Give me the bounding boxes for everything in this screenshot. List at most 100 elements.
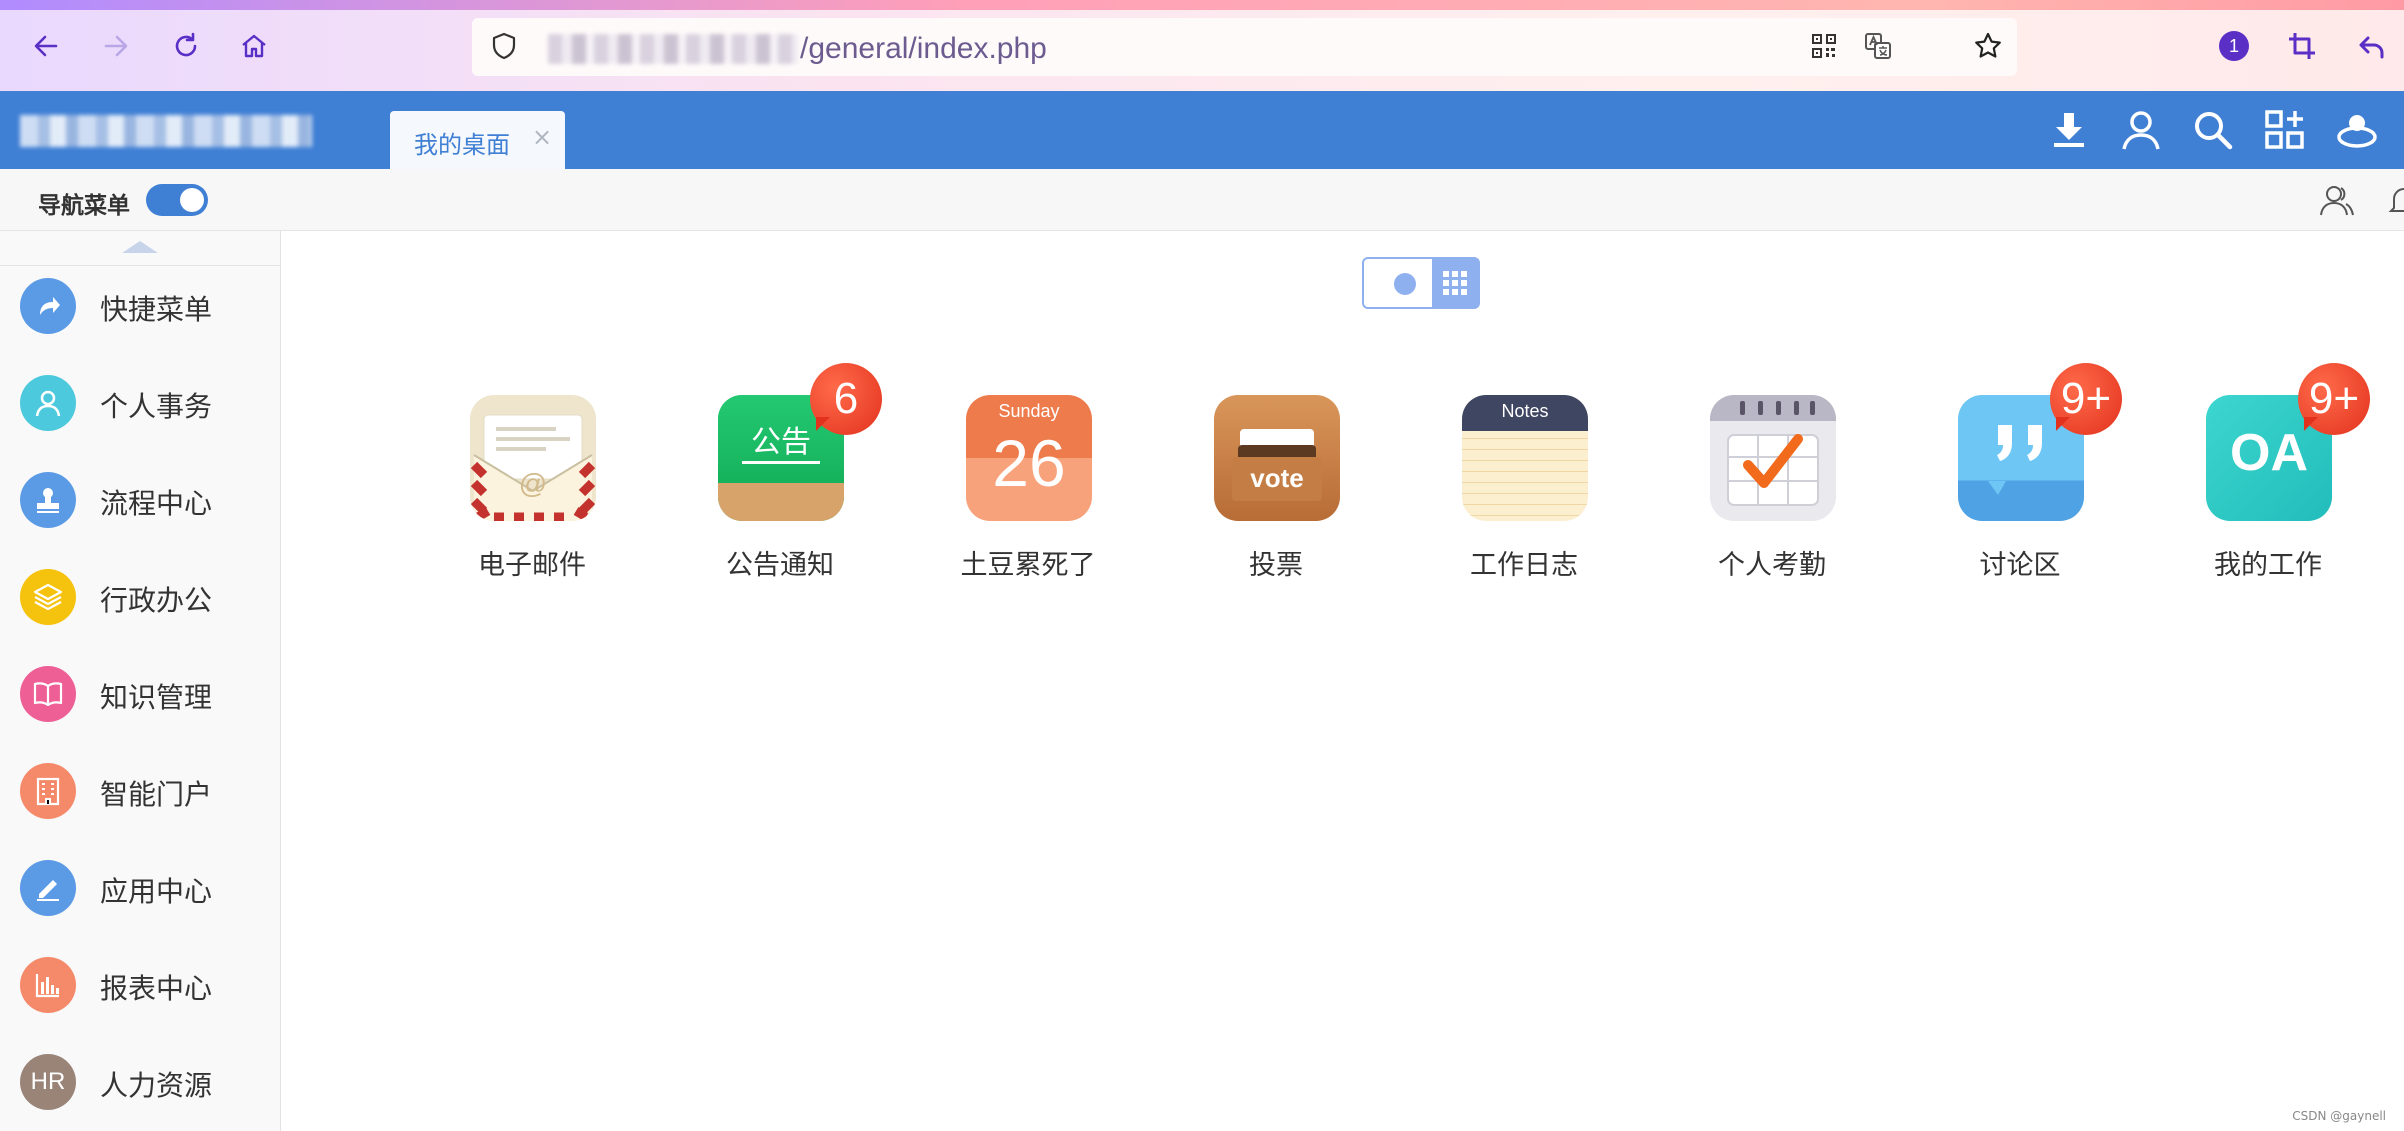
vote-icon: vote <box>1214 395 1340 521</box>
app-attendance[interactable]: 个人考勤 <box>1672 395 1872 595</box>
grid-icon <box>1443 271 1467 295</box>
unread-badge: 6 <box>810 363 882 435</box>
app-label: 电子邮件 <box>478 550 586 581</box>
view-mode-switch[interactable] <box>1362 257 1480 309</box>
app-label: 土豆累死了 <box>960 550 1096 581</box>
sidebar-item-label: 智能门户 <box>100 778 213 811</box>
app-label: 个人考勤 <box>1718 550 1826 581</box>
app-my-work[interactable]: OA 9+ 我的工作 <box>2168 363 2370 595</box>
app-grid-button[interactable] <box>2262 107 2308 153</box>
sidebar-item-label: 应用中心 <box>100 875 213 908</box>
sidebar-item-knowledge[interactable]: 知识管理 <box>0 646 280 742</box>
apps-add-icon <box>2265 110 2304 149</box>
app-discussion[interactable]: 9+ 讨论区 <box>1920 363 2122 595</box>
app-notice[interactable]: 公告 6 公告通知 <box>680 363 882 595</box>
arrow-left-icon <box>34 35 58 57</box>
unread-badge: 9+ <box>2050 363 2122 435</box>
reload-icon <box>175 32 197 57</box>
sidebar-item-label: 行政办公 <box>100 584 213 617</box>
brand-logo-redacted <box>20 115 312 147</box>
search-button[interactable] <box>2190 107 2236 153</box>
chart-icon <box>20 957 76 1013</box>
grid-view-button[interactable] <box>1432 259 1478 307</box>
notification-count: 1 <box>2219 31 2249 61</box>
hr-icon: HR <box>20 1054 76 1110</box>
sidebar-item-label: 快捷菜单 <box>100 293 213 326</box>
bookmark-button[interactable] <box>1968 26 2008 66</box>
sidebar-item-hr[interactable]: HR 人力资源 <box>0 1034 280 1130</box>
app-email[interactable]: @ 电子邮件 <box>432 395 632 595</box>
bell-icon <box>2388 188 2404 212</box>
watermark: CSDN @gaynell <box>2292 1109 2386 1123</box>
qr-code-button[interactable] <box>1804 26 1844 66</box>
user-icon <box>20 375 76 431</box>
download-icon <box>2054 113 2084 147</box>
app-work-log[interactable]: Notes 工作日志 <box>1424 395 1624 595</box>
nav-menu-label: 导航菜单 <box>38 193 130 219</box>
qr-code-icon <box>1812 34 1836 58</box>
url-host-redacted <box>548 34 798 64</box>
browser-tab-strip-edge <box>0 0 2404 10</box>
extension-badge[interactable]: 1 <box>2214 26 2254 66</box>
download-button[interactable] <box>2046 107 2092 153</box>
undo-close-tab-button[interactable] <box>2352 26 2392 66</box>
layers-icon <box>20 569 76 625</box>
shield-icon <box>492 32 516 60</box>
svg-text:@: @ <box>519 468 547 499</box>
url-path: /general/index.php <box>800 32 1047 65</box>
home-icon <box>242 34 266 58</box>
list-view-dot-icon[interactable] <box>1394 273 1416 295</box>
unread-badge: 9+ <box>2298 363 2370 435</box>
browser-toolbar: /general/index.php 1 <box>0 0 2404 91</box>
attendance-icon <box>1710 395 1836 521</box>
sidebar-item-admin[interactable]: 行政办公 <box>0 549 280 645</box>
sidebar-item-quick-menu[interactable]: 快捷菜单 <box>0 258 280 354</box>
reload-button[interactable] <box>166 26 206 66</box>
app-label: 我的工作 <box>2214 550 2322 581</box>
contacts-button[interactable] <box>2318 182 2356 218</box>
nav-menu-toggle[interactable] <box>146 184 208 216</box>
undo-icon <box>2359 36 2384 59</box>
forward-button[interactable] <box>96 26 136 66</box>
contacts-icon <box>2320 186 2354 216</box>
close-tab-icon[interactable]: × <box>532 123 552 151</box>
search-icon <box>2195 112 2233 150</box>
sidebar-item-label: 报表中心 <box>100 972 213 1005</box>
sidebar-item-label: 流程中心 <box>100 487 213 520</box>
edit-icon <box>20 860 76 916</box>
translate-button[interactable] <box>1858 26 1898 66</box>
calendar-icon: Sunday 26 <box>966 395 1092 521</box>
notifications-button[interactable] <box>2386 182 2404 218</box>
app-vote[interactable]: vote 投票 <box>1176 395 1376 595</box>
home-button[interactable] <box>234 26 274 66</box>
chat-button[interactable] <box>2334 107 2380 153</box>
sidebar: 快捷菜单 个人事务 流程中心 行政办公 知识管理 智能门户 应用中心 报表中心 … <box>0 231 281 1131</box>
sidebar-item-apps[interactable]: 应用中心 <box>0 840 280 936</box>
tab-my-desktop[interactable]: 我的桌面 × <box>390 111 565 169</box>
notes-tile-text: Notes <box>1501 401 1549 421</box>
crop-icon <box>2289 33 2315 59</box>
screenshot-button[interactable] <box>2282 26 2322 66</box>
book-icon <box>20 666 76 722</box>
tab-label: 我的桌面 <box>414 131 510 159</box>
app-label: 投票 <box>1249 550 1303 581</box>
sidebar-item-portal[interactable]: 智能门户 <box>0 743 280 839</box>
scroll-up-icon[interactable] <box>122 241 158 253</box>
app-label: 公告通知 <box>726 550 834 581</box>
sidebar-item-reports[interactable]: 报表中心 <box>0 937 280 1033</box>
user-icon <box>2122 111 2160 150</box>
calendar-date: 26 <box>992 426 1066 500</box>
sidebar-item-personal[interactable]: 个人事务 <box>0 355 280 451</box>
sidebar-item-label: 个人事务 <box>100 390 213 423</box>
stamp-icon <box>20 472 76 528</box>
site-info-button[interactable] <box>484 26 524 66</box>
shortcut-icon <box>20 278 76 334</box>
app-calendar[interactable]: Sunday 26 土豆累死了 <box>928 395 1128 595</box>
user-profile-button[interactable] <box>2118 107 2164 153</box>
app-label: 工作日志 <box>1470 550 1578 581</box>
oa-tile-text: OA <box>2230 424 2308 482</box>
nav-toolbar: 导航菜单 <box>0 169 2404 231</box>
sidebar-item-workflow[interactable]: 流程中心 <box>0 452 280 548</box>
app-label: 讨论区 <box>1979 550 2061 581</box>
back-button[interactable] <box>26 26 66 66</box>
